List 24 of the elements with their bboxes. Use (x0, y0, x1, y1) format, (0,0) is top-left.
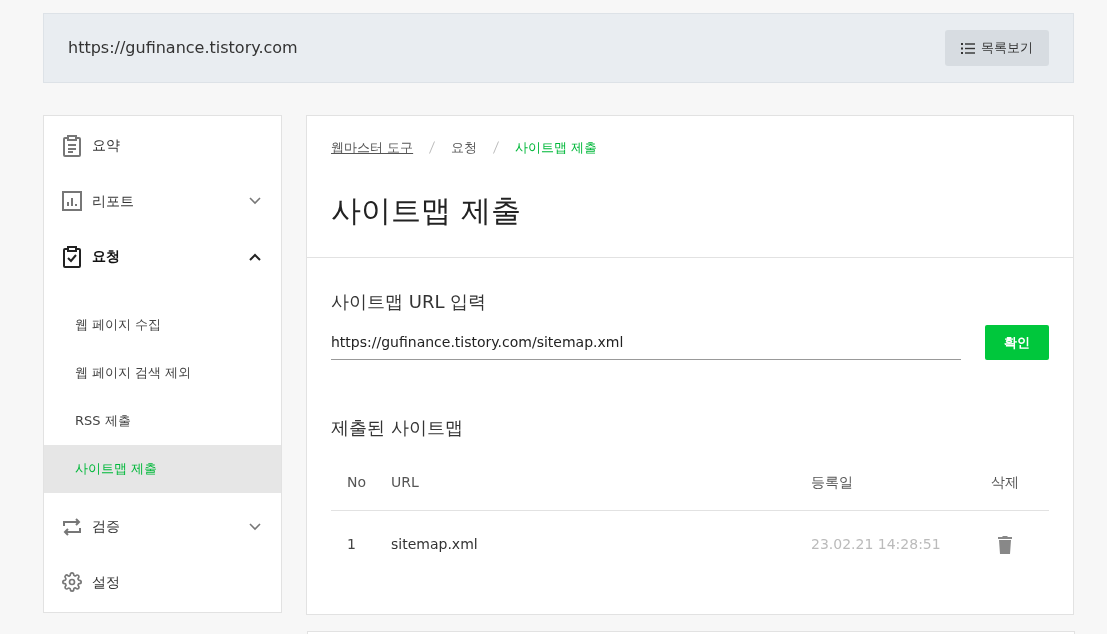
submenu-item[interactable]: 웹 페이지 수집 (44, 300, 281, 349)
sidebar-item[interactable]: 요약 (44, 118, 281, 174)
breadcrumb-item: 사이트맵 제출 (515, 139, 598, 157)
sidebar-item[interactable]: 설정 (44, 554, 281, 610)
column-header: No (347, 474, 367, 490)
breadcrumb-link[interactable]: 웹마스터 도구 (331, 138, 414, 158)
column-header: 삭제 (991, 474, 1019, 490)
registration-date: 23.02.21 14:28:51 (811, 535, 941, 552)
sidebar-item[interactable]: 리포트 (44, 173, 281, 230)
section-title: 제출된 사이트맵 (331, 416, 464, 440)
submenu-item[interactable]: RSS 제출 (44, 396, 281, 445)
sitemap-url: sitemap.xml (391, 535, 478, 552)
breadcrumb-item: 요청 (451, 139, 478, 157)
column-header: URL (391, 474, 419, 490)
sidebar-item[interactable]: 검증 (44, 498, 281, 555)
form-label: 사이트맵 URL 입력 (331, 290, 488, 314)
row-number: 1 (347, 535, 356, 552)
sidebar-item[interactable]: 요청 (44, 229, 281, 285)
list-view-button[interactable]: 목록보기 (945, 30, 1049, 66)
column-header: 등록일 (811, 474, 853, 490)
site-url: https://gufinance.tistory.com (68, 37, 298, 59)
sitemap-url-field[interactable]: https://gufinance.tistory.com/sitemap.xml (331, 325, 961, 360)
page-title: 사이트맵 제출 (331, 191, 522, 230)
submenu-item[interactable]: 웹 페이지 검색 제외 (44, 348, 281, 397)
